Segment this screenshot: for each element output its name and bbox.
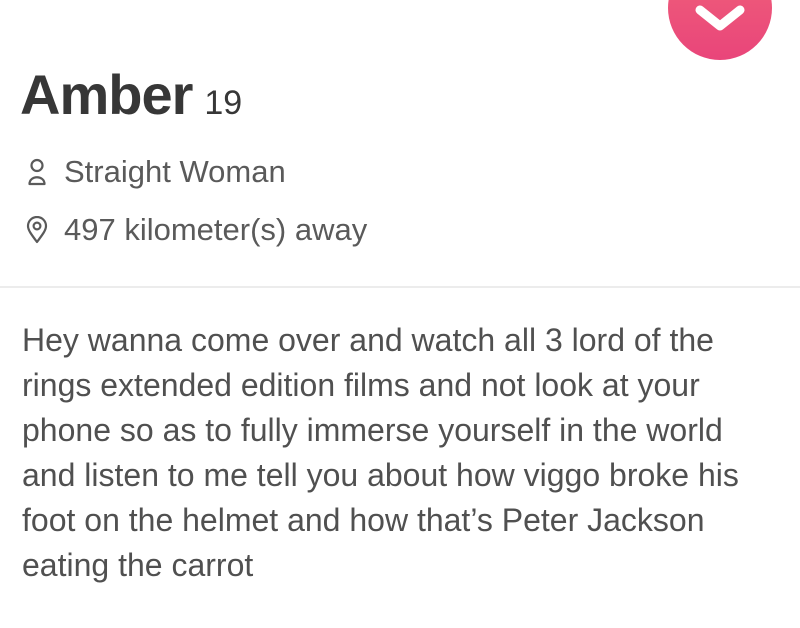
profile-bio: Hey wanna come over and watch all 3 lord…: [22, 322, 739, 583]
distance-row: 497 kilometer(s) away: [24, 212, 367, 248]
orientation-row: Straight Woman: [24, 154, 286, 190]
person-icon: [24, 157, 50, 187]
chevron-down-icon: [695, 5, 745, 31]
profile-card: Amber 19 Straight Woman 497 kilometer(s)…: [0, 0, 800, 628]
location-pin-icon: [24, 215, 50, 245]
profile-age: 19: [204, 84, 243, 122]
name-row: Amber 19: [20, 62, 242, 127]
orientation-text: Straight Woman: [64, 154, 286, 189]
distance-text: 497 kilometer(s) away: [64, 212, 368, 247]
like-button[interactable]: [668, 0, 772, 60]
profile-name: Amber: [20, 63, 193, 126]
section-divider: [0, 286, 800, 288]
